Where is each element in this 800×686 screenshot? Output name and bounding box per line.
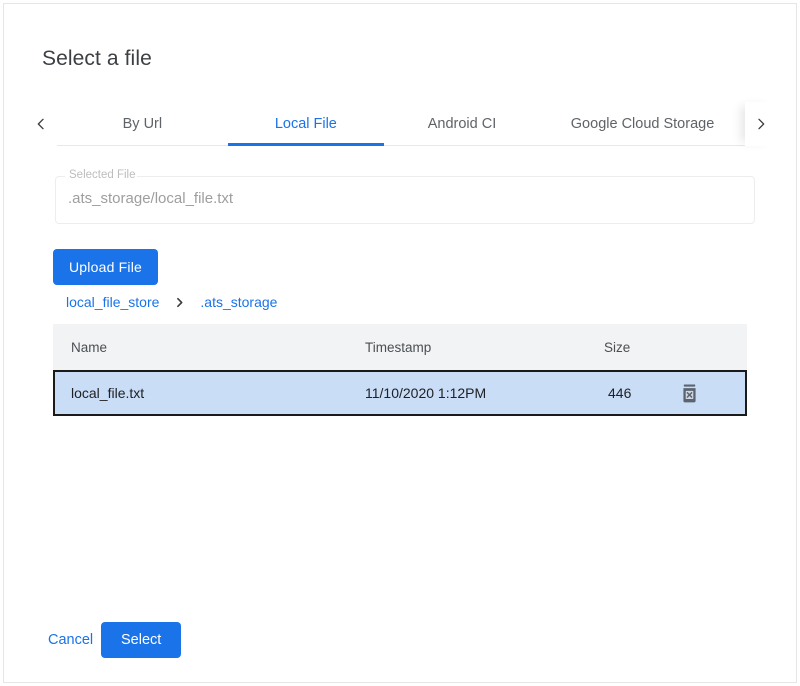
tab-local-file[interactable]: Local File	[228, 102, 384, 146]
tab-label: By Url	[123, 116, 162, 132]
chevron-right-icon	[753, 116, 769, 132]
tab-label: Local File	[275, 116, 337, 132]
table-header-row: Name Timestamp Size	[53, 324, 747, 370]
file-table: Name Timestamp Size local_file.txt 11/10…	[53, 324, 747, 416]
selected-file-value: .ats_storage/local_file.txt	[68, 190, 233, 207]
tab-scroll-right-button[interactable]	[745, 102, 777, 146]
column-header-timestamp: Timestamp	[365, 324, 431, 370]
column-header-name: Name	[71, 324, 107, 370]
tab-android-ci[interactable]: Android CI	[384, 102, 540, 146]
cell-timestamp: 11/10/2020 1:12PM	[365, 372, 486, 414]
tab-label: Android CI	[428, 116, 497, 132]
chevron-right-icon	[173, 296, 186, 309]
dialog-footer: Cancel Select	[4, 622, 797, 672]
tab-label: Google Cloud Storage	[571, 116, 715, 132]
table-row[interactable]: local_file.txt 11/10/2020 1:12PM 446	[53, 370, 747, 416]
selected-file-label: Selected File	[67, 168, 137, 182]
selected-file-field[interactable]: Selected File .ats_storage/local_file.tx…	[55, 176, 755, 224]
select-file-dialog: Select a file By Url Local File Android …	[3, 3, 797, 683]
breadcrumb: local_file_store .ats_storage	[66, 294, 277, 310]
select-button[interactable]: Select	[101, 622, 181, 658]
cancel-button[interactable]: Cancel	[38, 622, 103, 658]
cell-size: 446	[608, 372, 631, 414]
page-title: Select a file	[42, 47, 152, 71]
column-header-size: Size	[604, 324, 630, 370]
breadcrumb-item-ats-storage[interactable]: .ats_storage	[200, 294, 277, 310]
delete-file-button[interactable]	[680, 372, 699, 414]
tab-google-cloud-storage[interactable]: Google Cloud Storage	[540, 102, 745, 146]
tab-scroll-left-button[interactable]	[25, 102, 57, 146]
cell-name: local_file.txt	[71, 372, 144, 414]
breadcrumb-item-local-file-store[interactable]: local_file_store	[66, 294, 159, 310]
upload-file-button[interactable]: Upload File	[53, 249, 158, 285]
chevron-left-icon	[33, 116, 49, 132]
tab-by-url[interactable]: By Url	[57, 102, 228, 146]
delete-icon	[680, 383, 699, 404]
tabbar: By Url Local File Android CI Google Clou…	[25, 102, 777, 146]
tab-list: By Url Local File Android CI Google Clou…	[57, 102, 745, 146]
